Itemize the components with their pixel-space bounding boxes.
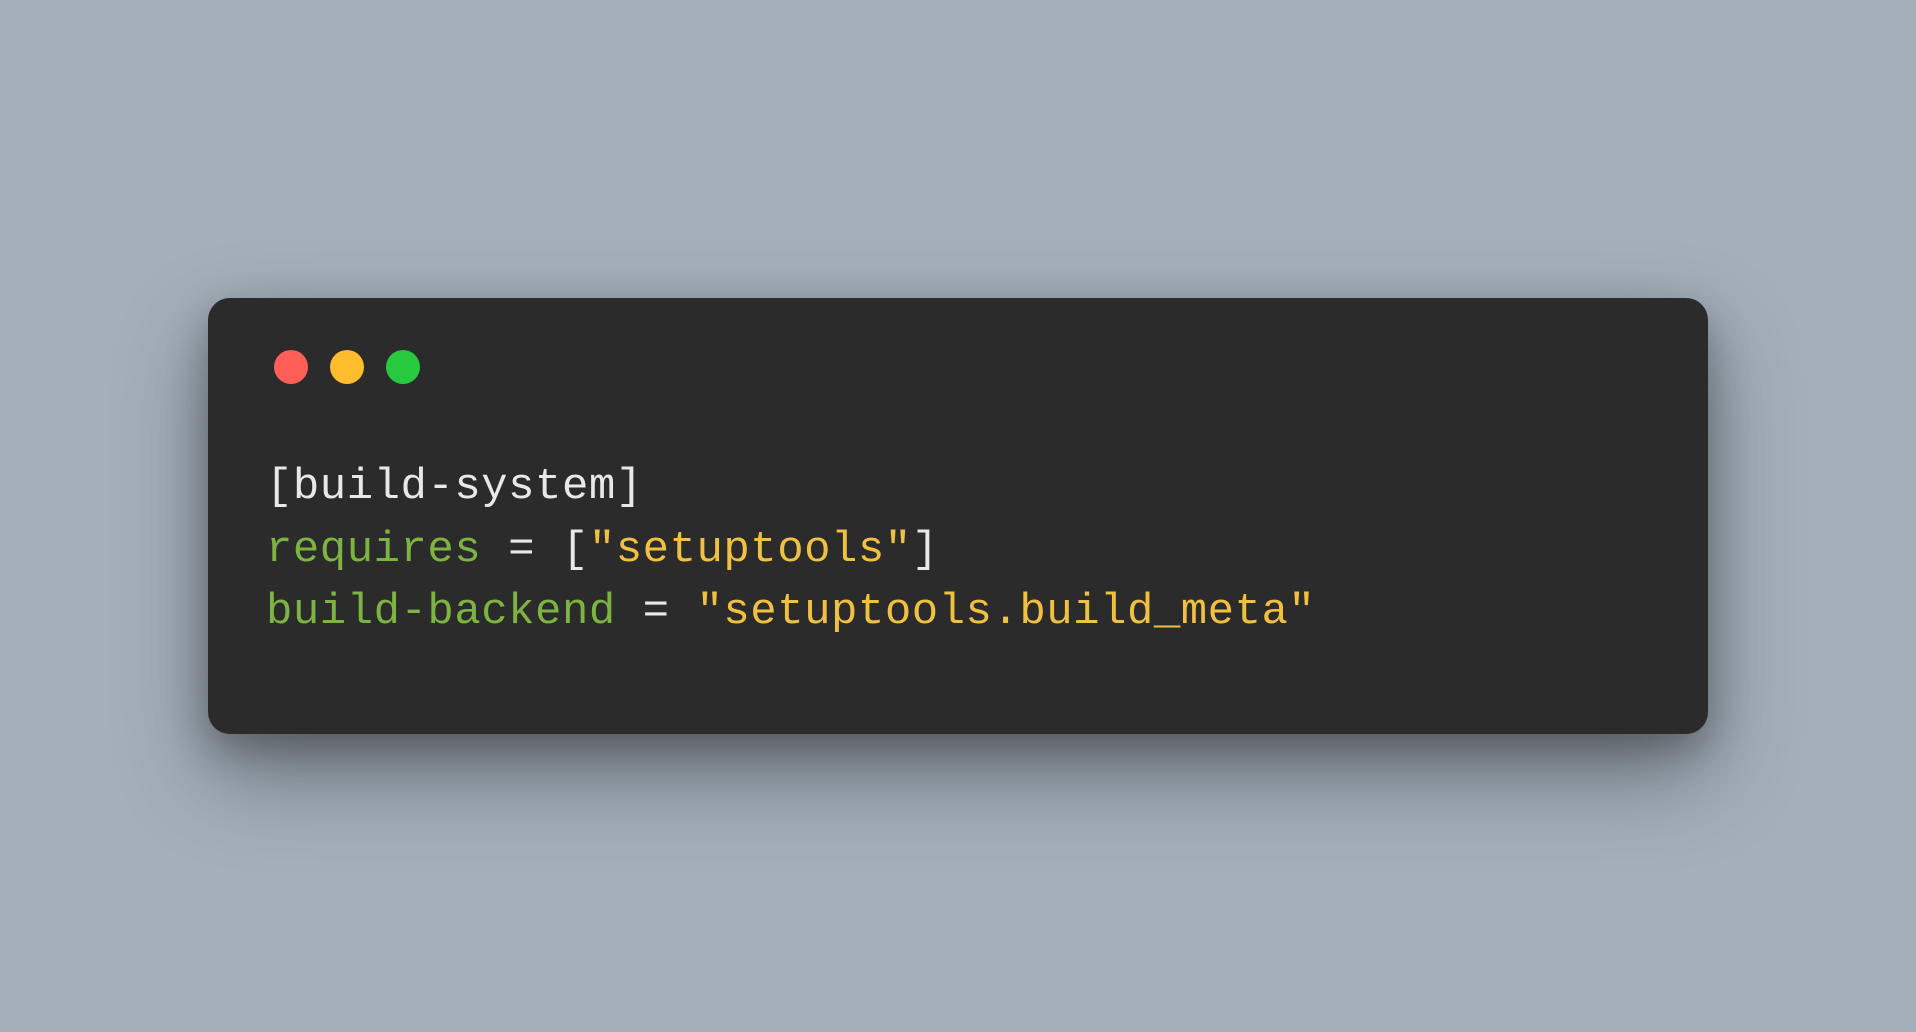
code-punct: = <box>616 587 697 637</box>
code-string: "setuptools.build_meta" <box>696 587 1315 637</box>
code-key: build-backend <box>266 587 616 637</box>
minimize-icon[interactable] <box>330 350 364 384</box>
code-section-header: [build-system] <box>266 462 643 512</box>
code-block: [build-system] requires = ["setuptools"]… <box>266 456 1650 643</box>
code-key: requires <box>266 525 481 575</box>
code-string: "setuptools" <box>589 525 912 575</box>
maximize-icon[interactable] <box>386 350 420 384</box>
code-window: [build-system] requires = ["setuptools"]… <box>208 298 1708 733</box>
close-icon[interactable] <box>274 350 308 384</box>
traffic-lights <box>274 350 1650 384</box>
code-punct: [ <box>562 525 589 575</box>
code-punct: = <box>481 525 562 575</box>
code-punct: ] <box>912 525 939 575</box>
